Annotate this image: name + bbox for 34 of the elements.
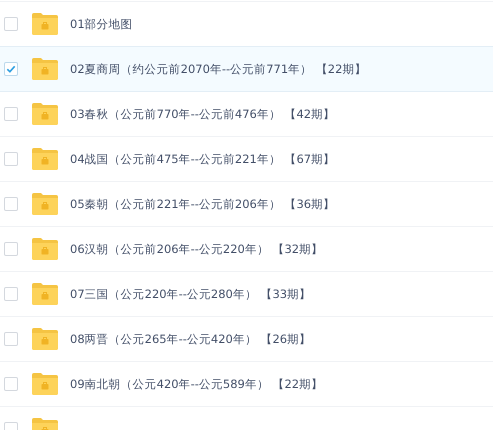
folder-name[interactable]: 06汉朝（公元前206年--公元220年） 【32期】 <box>70 242 324 256</box>
folder-name[interactable]: 09南北朝（公元420年--公元589年） 【22期】 <box>70 376 324 392</box>
file-row[interactable]: 09南北朝（公元420年--公元589年） 【22期】 <box>0 362 493 407</box>
checkbox[interactable] <box>4 152 18 166</box>
folder-name[interactable]: 04战国（公元前475年--公元前221年） 【67期】 <box>70 152 336 166</box>
checkbox[interactable] <box>4 107 18 121</box>
checkbox[interactable] <box>4 242 18 256</box>
folder-icon <box>32 103 58 125</box>
folder-name[interactable]: 01部分地图 <box>70 16 133 32</box>
folder-icon <box>32 193 58 215</box>
folder-name[interactable]: 05秦朝（公元前221年--公元前206年） 【36期】 <box>70 196 336 212</box>
folder-name[interactable]: 02夏商周（约公元前2070年--公元前771年） 【22期】 <box>70 62 366 76</box>
folder-icon <box>32 58 58 80</box>
checkbox[interactable] <box>4 17 18 31</box>
folder-icon <box>32 13 58 35</box>
checkbox[interactable] <box>4 287 18 301</box>
checkbox[interactable] <box>4 332 18 346</box>
folder-name[interactable]: 03春秋（公元前770年--公元前476年） 【42期】 <box>70 106 336 122</box>
folder-icon <box>32 283 58 305</box>
folder-name[interactable]: 08两晋（公元265年--公元420年） 【26期】 <box>70 332 312 346</box>
file-row[interactable]: 05秦朝（公元前221年--公元前206年） 【36期】 <box>0 182 493 227</box>
folder-icon <box>32 373 58 395</box>
file-row[interactable]: 06汉朝（公元前206年--公元220年） 【32期】 <box>0 227 493 272</box>
file-row[interactable]: 08两晋（公元265年--公元420年） 【26期】 <box>0 317 493 362</box>
file-row[interactable]: 03春秋（公元前770年--公元前476年） 【42期】 <box>0 92 493 137</box>
file-row[interactable]: 07三国（公元220年--公元280年） 【33期】 <box>0 272 493 317</box>
checkbox[interactable] <box>4 377 18 391</box>
folder-icon <box>32 328 58 350</box>
file-row[interactable]: 04战国（公元前475年--公元前221年） 【67期】 <box>0 137 493 182</box>
checkbox[interactable] <box>4 197 18 211</box>
folder-name[interactable]: 07三国（公元220年--公元280年） 【33期】 <box>70 286 312 302</box>
checkbox[interactable] <box>4 62 18 76</box>
folder-icon <box>32 238 58 260</box>
folder-icon <box>32 148 58 170</box>
